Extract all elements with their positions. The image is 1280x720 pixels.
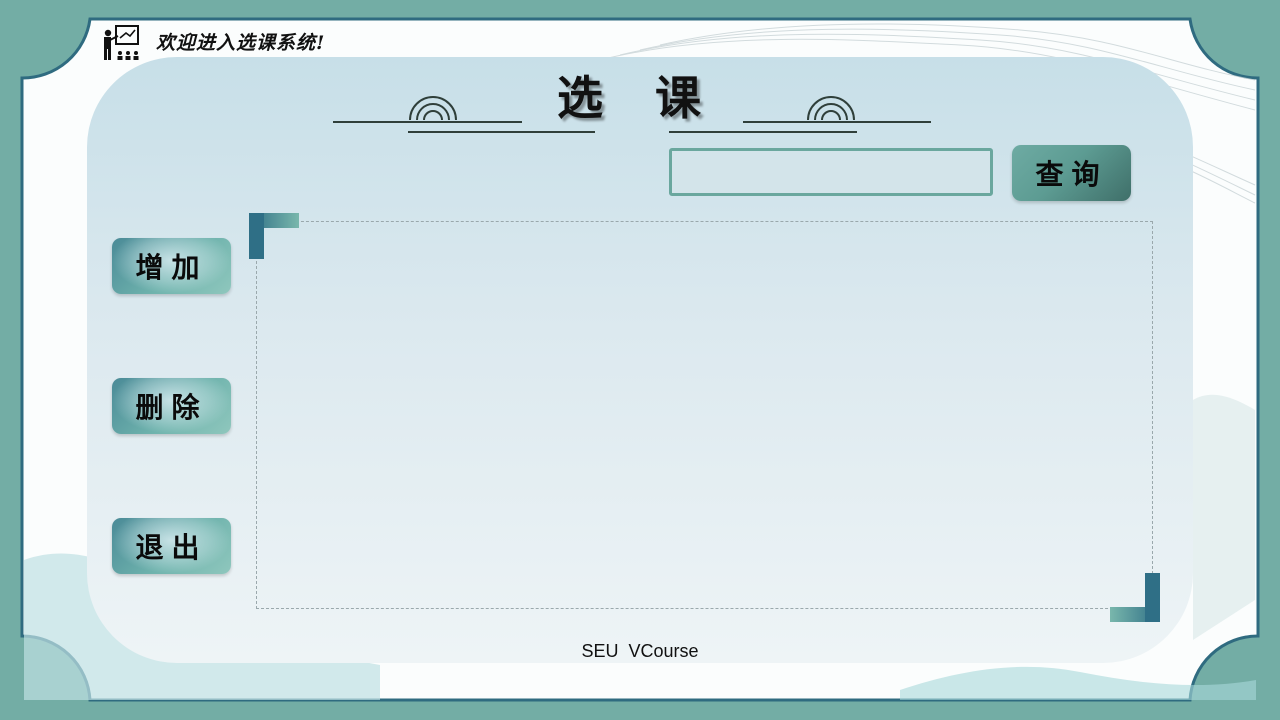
add-button[interactable]: 增加 (112, 238, 231, 294)
page-title-char-1: 选 (557, 71, 603, 125)
course-list-area[interactable] (256, 221, 1153, 609)
corner-decoration-top-left (249, 213, 299, 259)
delete-button[interactable]: 删除 (112, 378, 231, 434)
teacher-presentation-icon (100, 24, 146, 64)
title-decoration (333, 96, 931, 133)
query-button[interactable]: 查询 (1012, 145, 1131, 201)
welcome-text: 欢迎进入选课系统! (156, 32, 326, 54)
footer-text: SEU VCourse (581, 641, 699, 661)
page-title-char-2: 课 (655, 71, 701, 125)
search-input[interactable] (669, 148, 993, 196)
corner-decoration-bottom-right (1110, 573, 1160, 622)
exit-button[interactable]: 退出 (112, 518, 231, 574)
